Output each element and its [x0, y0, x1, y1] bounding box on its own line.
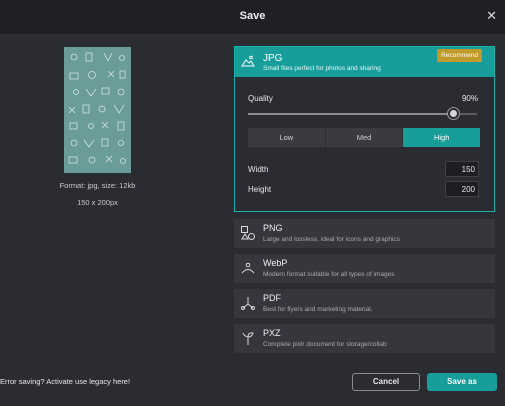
title-bar: Save ✕ — [0, 0, 505, 34]
recommend-badge: Recommend — [437, 49, 482, 62]
quality-slider[interactable] — [248, 108, 477, 120]
save-as-button[interactable]: Save as — [427, 373, 497, 391]
format-desc-jpg: Small files perfect for photos and shari… — [263, 65, 381, 72]
level-low-button[interactable]: Low — [248, 128, 325, 147]
image-mountain-icon — [241, 54, 255, 72]
level-med-button[interactable]: Med — [325, 128, 403, 147]
format-name-jpg: JPG — [263, 53, 283, 64]
legacy-save-link[interactable]: Error saving? Activate use legacy here! — [0, 377, 130, 386]
format-option-pdf[interactable]: PDF Best for flyers and marketing materi… — [234, 289, 495, 318]
format-option-webp[interactable]: WebP Modern format suitable for all type… — [234, 254, 495, 283]
format-name-pdf: PDF — [263, 293, 281, 303]
file-info: Format: jpg, size: 12kb — [59, 181, 136, 190]
shapes-icon — [240, 225, 256, 246]
pdf-icon — [240, 295, 256, 316]
level-high-button[interactable]: High — [403, 128, 481, 147]
slider-fill — [248, 113, 454, 115]
format-desc-webp: Modern format suitable for all types of … — [263, 271, 395, 278]
format-desc-pxz: Complete pixlr document for storage/coll… — [263, 341, 387, 348]
image-preview — [64, 47, 131, 173]
cancel-button[interactable]: Cancel — [352, 373, 420, 391]
webp-icon — [240, 260, 256, 281]
save-dialog: Save ✕ Format: jpg, size: 12kb 150 x 200… — [0, 0, 505, 406]
width-label: Width — [248, 165, 269, 174]
format-name-webp: WebP — [263, 258, 288, 268]
format-name-png: PNG — [263, 223, 283, 233]
quality-label: Quality — [248, 94, 273, 103]
format-option-png[interactable]: PNG Large and lossless, ideal for icons … — [234, 219, 495, 248]
preview-pattern — [68, 52, 126, 164]
pxz-icon — [240, 330, 256, 351]
dialog-title: Save — [239, 10, 266, 22]
width-input[interactable] — [445, 161, 479, 177]
format-option-pxz[interactable]: PXZ Complete pixlr document for storage/… — [234, 324, 495, 353]
slider-knob[interactable] — [448, 108, 459, 119]
quality-value: 90% — [461, 94, 478, 103]
quality-level-selector: Low Med High — [248, 128, 481, 147]
close-icon[interactable]: ✕ — [486, 9, 497, 22]
format-option-jpg[interactable]: JPG Small files perfect for photos and s… — [234, 46, 495, 212]
format-desc-pdf: Best for flyers and marketing material. — [263, 306, 373, 313]
height-label: Height — [248, 185, 272, 194]
format-desc-png: Large and lossless, ideal for icons and … — [263, 236, 400, 243]
file-dimensions: 150 x 200px — [77, 198, 118, 207]
jpg-header: JPG Small files perfect for photos and s… — [235, 47, 494, 77]
format-name-pxz: PXZ — [263, 328, 281, 338]
height-input[interactable] — [445, 181, 479, 197]
